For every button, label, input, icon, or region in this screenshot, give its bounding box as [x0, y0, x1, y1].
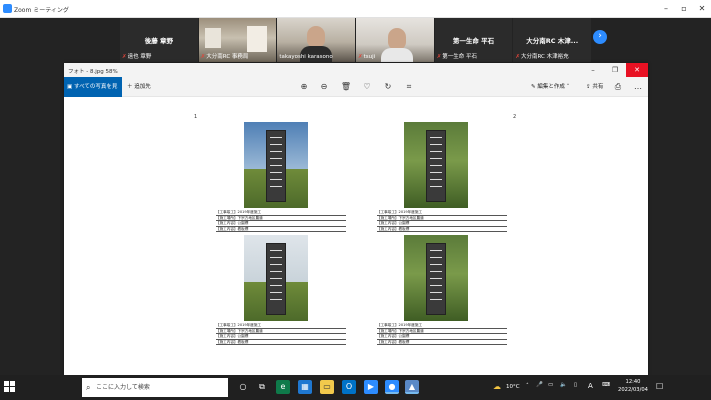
- participant-face: [388, 28, 407, 50]
- participant-tile[interactable]: 第一生命 平石 ✗第一生命 平石: [434, 18, 513, 62]
- more-options-icon[interactable]: …: [632, 81, 644, 93]
- temperature-label[interactable]: 10°C: [506, 384, 520, 390]
- delete-icon[interactable]: 🗑: [340, 81, 352, 93]
- photo-caption: 【工事竣工】2019年度施工 【施工場所】下宗方地区農道 【施工内容】公園標 【施工内…: [377, 210, 507, 233]
- zoom-logo-icon: [3, 4, 12, 13]
- mic-muted-icon: ✗: [200, 54, 206, 60]
- taskbar-clock[interactable]: 12:40 2022/03/04: [616, 379, 650, 394]
- taskbar-search-input[interactable]: ⌕ ここに入力して検索: [82, 378, 228, 397]
- mic-muted-icon: ✗: [358, 54, 363, 60]
- search-icon: ⌕: [86, 383, 91, 392]
- photos-app-icon[interactable]: ▲: [405, 380, 419, 394]
- minimize-icon[interactable]: –: [582, 63, 604, 77]
- mic-muted-icon: ✗: [122, 54, 127, 60]
- microphone-icon[interactable]: 🎤: [536, 382, 543, 388]
- participant-center-name: 後藤 章野: [144, 37, 173, 45]
- participant-name-label: ✗遠也 章野: [122, 54, 152, 60]
- signboard-photo: [244, 235, 308, 321]
- zoom-app-icon[interactable]: ●: [385, 380, 399, 394]
- close-icon[interactable]: ✕: [695, 3, 709, 15]
- zoom-window-title: Zoom ミーティング: [14, 7, 69, 14]
- video-editor-icon[interactable]: ▶: [364, 380, 378, 394]
- participant-center-name: 大分南RC 木津...: [526, 37, 579, 45]
- close-icon[interactable]: ✕: [626, 63, 648, 77]
- photo-caption: 【工事竣工】2019年度施工 【施工場所】下宗方地区農道 【施工内容】公園標 【施工内…: [216, 323, 346, 346]
- room-wall: [246, 26, 267, 52]
- photo-caption: 【工事竣工】2019年度施工 【施工場所】下宗方地区農道 【施工内容】公園標 【施工内…: [216, 210, 346, 233]
- participant-name-label: ✗大分南RC 事務局: [200, 54, 249, 60]
- windows-taskbar: ⌕ ここに入力して検索 ○ ⧉ e ▦ ▭ O ▶ ● ▲ ☁ 10°C ˄ 🎤…: [0, 375, 711, 400]
- room-wall: [204, 28, 221, 48]
- restore-icon[interactable]: ❐: [604, 63, 626, 77]
- participant-center-name: 第一生命 平石: [452, 37, 495, 45]
- file-explorer-icon[interactable]: ▭: [320, 380, 334, 394]
- participant-name-label: ✗tsuji: [358, 54, 376, 60]
- store-icon[interactable]: ▦: [298, 380, 312, 394]
- chevron-up-icon[interactable]: ˄: [526, 383, 529, 389]
- weather-icon[interactable]: ☁: [493, 382, 501, 391]
- task-view-icon[interactable]: ⧉: [255, 380, 269, 394]
- edge-browser-icon[interactable]: e: [276, 380, 290, 394]
- participant-tile[interactable]: ✗tsuji: [356, 18, 434, 62]
- crop-icon[interactable]: ⌗: [403, 81, 415, 93]
- signpost: [266, 243, 286, 315]
- windows-start-icon[interactable]: [4, 381, 16, 393]
- volume-icon[interactable]: 🔈: [560, 382, 567, 388]
- share-button[interactable]: ⇪ 共有: [586, 77, 603, 97]
- participant-name-label: ✗大分南RC 木津裕充: [515, 54, 569, 60]
- participant-face: [307, 26, 326, 48]
- desktop-screen: Zoom ミーティング – ▫ ✕ 後藤 章野 ✗遠也 章野 ✗大分南RC 事務…: [0, 0, 711, 400]
- signpost: [426, 243, 446, 315]
- minimize-icon[interactable]: –: [659, 3, 673, 15]
- participant-tile[interactable]: 後藤 章野 ✗遠也 章野: [120, 18, 198, 62]
- participant-strip: 後藤 章野 ✗遠也 章野 ✗大分南RC 事務局 takayoshi karaso…: [120, 18, 592, 62]
- page-number-right: 2: [513, 114, 517, 120]
- keyboard-icon[interactable]: ⌨: [602, 382, 610, 388]
- photo-document-view: 1 2 【工事竣工】2019年度施工 【施工場所】下宗方地区農道 【施工内容】公園標…: [64, 97, 648, 400]
- page-number-left: 1: [194, 114, 198, 120]
- ime-mode-label[interactable]: A: [588, 382, 593, 390]
- participant-body: [381, 48, 414, 62]
- edit-create-button[interactable]: ✎ 編集と作成 ˅: [531, 77, 569, 97]
- zoom-titlebar: Zoom ミーティング – ▫ ✕: [0, 0, 711, 18]
- photos-icon: ▣: [67, 84, 74, 90]
- zoom-out-icon[interactable]: ⊖: [318, 81, 330, 93]
- favorite-heart-icon[interactable]: ♡: [361, 81, 373, 93]
- clock-time: 12:40: [625, 379, 641, 385]
- photos-app-window: フォト - 8.jpg 58% – ❐ ✕ ▣ すべての写真を見る ＋ 追加先 …: [64, 63, 648, 400]
- print-icon[interactable]: ⎙: [612, 81, 624, 93]
- photos-window-title: フォト - 8.jpg 58%: [68, 69, 118, 75]
- cortana-icon[interactable]: ○: [236, 380, 250, 394]
- clock-date: 2022/03/04: [618, 386, 648, 393]
- see-all-photos-button[interactable]: ▣ すべての写真を見る: [64, 77, 122, 110]
- mic-muted-icon: ✗: [436, 54, 442, 60]
- participant-tile[interactable]: takayoshi karasono: [277, 18, 356, 62]
- notification-icon[interactable]: ☐: [656, 382, 663, 391]
- maximize-icon[interactable]: ▫: [677, 3, 691, 15]
- next-page-arrow-icon[interactable]: ›: [593, 30, 607, 44]
- signboard-photo: [404, 235, 468, 321]
- battery-icon[interactable]: ▯: [574, 382, 577, 388]
- photos-toolbar: ▣ すべての写真を見る ＋ 追加先 ⊕ ⊖ 🗑 ♡ ↻ ⌗ ✎ 編集と作成 ˅ …: [64, 77, 648, 110]
- participant-tile[interactable]: ✗大分南RC 事務局: [198, 18, 277, 62]
- signboard-photo: [404, 122, 468, 208]
- outlook-icon[interactable]: O: [342, 380, 356, 394]
- participant-tile[interactable]: 大分南RC 木津... ✗大分南RC 木津裕充: [513, 18, 592, 62]
- add-to-button[interactable]: ＋ 追加先: [127, 77, 151, 97]
- signboard-photo: [244, 122, 308, 208]
- participant-name-label: ✗第一生命 平石: [436, 54, 478, 60]
- signpost: [266, 130, 286, 202]
- network-icon[interactable]: ▭: [548, 382, 553, 388]
- photos-titlebar: フォト - 8.jpg 58% – ❐ ✕: [64, 63, 648, 77]
- signpost: [426, 130, 446, 202]
- rotate-icon[interactable]: ↻: [382, 81, 394, 93]
- mic-muted-icon: ✗: [515, 54, 520, 60]
- zoom-in-icon[interactable]: ⊕: [298, 81, 310, 93]
- photo-caption: 【工事竣工】2019年度施工 【施工場所】下宗方地区農道 【施工内容】公園標 【施工内…: [377, 323, 507, 346]
- participant-name-label: takayoshi karasono: [279, 54, 333, 60]
